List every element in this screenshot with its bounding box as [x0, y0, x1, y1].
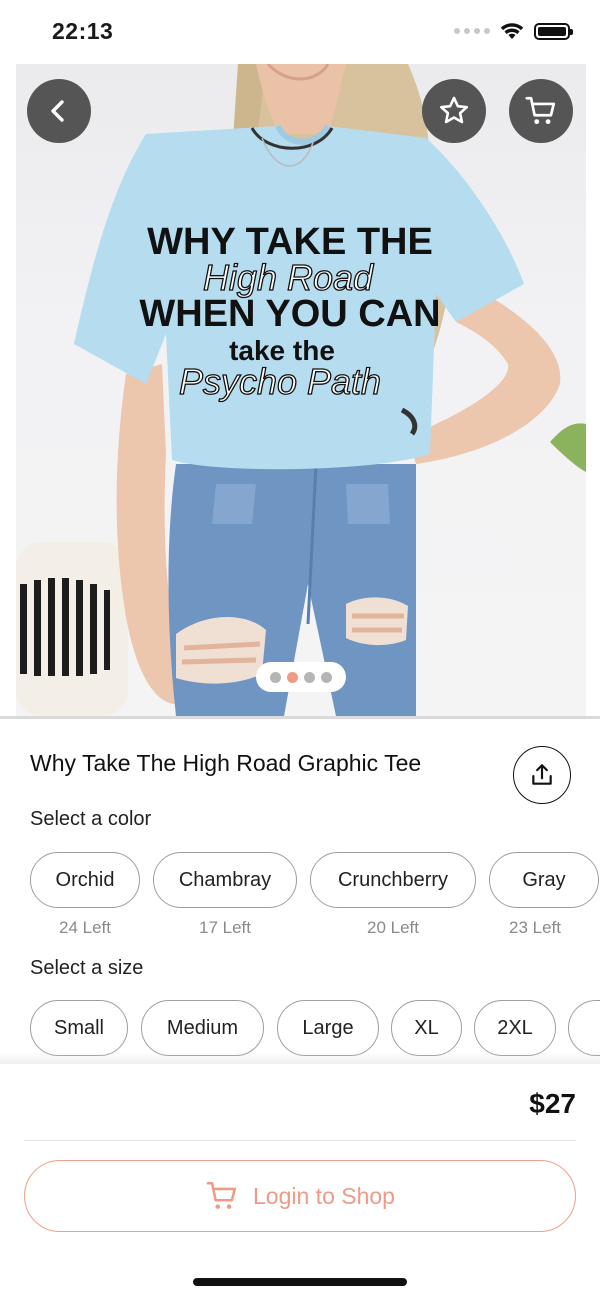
stock-count-orchid: 24 Left — [59, 918, 111, 937]
battery-icon — [534, 22, 573, 40]
size-option-medium[interactable]: Medium — [141, 1000, 264, 1056]
size-option-small[interactable]: Small — [30, 1000, 128, 1056]
status-indicators — [454, 22, 573, 40]
cart-icon — [525, 96, 556, 125]
product-title: Why Take The High Road Graphic Tee — [30, 750, 422, 776]
color-option-crunchberry[interactable]: Crunchberry — [310, 852, 476, 908]
size-options: Small Medium Large XL 2XL — [30, 1000, 600, 1060]
share-button[interactable] — [513, 746, 571, 804]
size-option-2xl[interactable]: 2XL — [474, 1000, 556, 1056]
star-icon — [439, 96, 469, 124]
status-time: 22:13 — [52, 18, 114, 44]
home-indicator[interactable] — [193, 1278, 407, 1286]
price-divider — [24, 1140, 576, 1141]
cart-icon — [206, 1181, 237, 1209]
login-to-shop-button[interactable]: Login to Shop — [24, 1160, 576, 1232]
color-option-chambray[interactable]: Chambray — [153, 852, 297, 908]
color-option-gray[interactable]: Gray — [489, 852, 599, 908]
size-option-xl[interactable]: XL — [391, 1000, 462, 1056]
stock-count-crunchberry: 20 Left — [367, 918, 419, 937]
pager-dot[interactable] — [270, 671, 281, 683]
product-photo: WHY TAKE THE High Road WHEN YOU CAN take… — [16, 64, 586, 716]
back-button[interactable] — [27, 79, 91, 143]
wifi-icon — [500, 23, 524, 39]
print-line-3: WHEN YOU CAN — [139, 293, 440, 335]
size-option-partial[interactable] — [568, 1000, 600, 1056]
color-options: Orchid Chambray Crunchberry Gray — [30, 852, 600, 912]
pager-dot[interactable] — [304, 671, 315, 683]
print-line-5: Psycho Path — [179, 361, 381, 402]
product-image-carousel[interactable]: WHY TAKE THE High Road WHEN YOU CAN take… — [16, 64, 586, 716]
color-section-label: Select a color — [30, 808, 152, 830]
pager-dot[interactable] — [321, 671, 332, 683]
image-divider — [0, 716, 600, 719]
favorite-button[interactable] — [422, 79, 486, 143]
size-section-label: Select a size — [30, 957, 144, 979]
status-bar: 22:13 — [0, 0, 600, 64]
stock-count-gray: 23 Left — [509, 918, 561, 937]
color-option-orchid[interactable]: Orchid — [30, 852, 140, 908]
pager-dot-active[interactable] — [287, 671, 298, 683]
cart-button[interactable] — [509, 79, 573, 143]
cellular-signal-icon — [454, 28, 490, 34]
size-option-large[interactable]: Large — [277, 1000, 379, 1056]
stock-count-chambray: 17 Left — [199, 918, 251, 937]
chevron-left-icon — [51, 100, 64, 122]
price: $27 — [529, 1088, 576, 1119]
image-pager — [256, 662, 346, 692]
share-icon — [532, 764, 552, 785]
login-to-shop-label: Login to Shop — [253, 1182, 395, 1209]
print-line-2: High Road — [203, 257, 374, 298]
